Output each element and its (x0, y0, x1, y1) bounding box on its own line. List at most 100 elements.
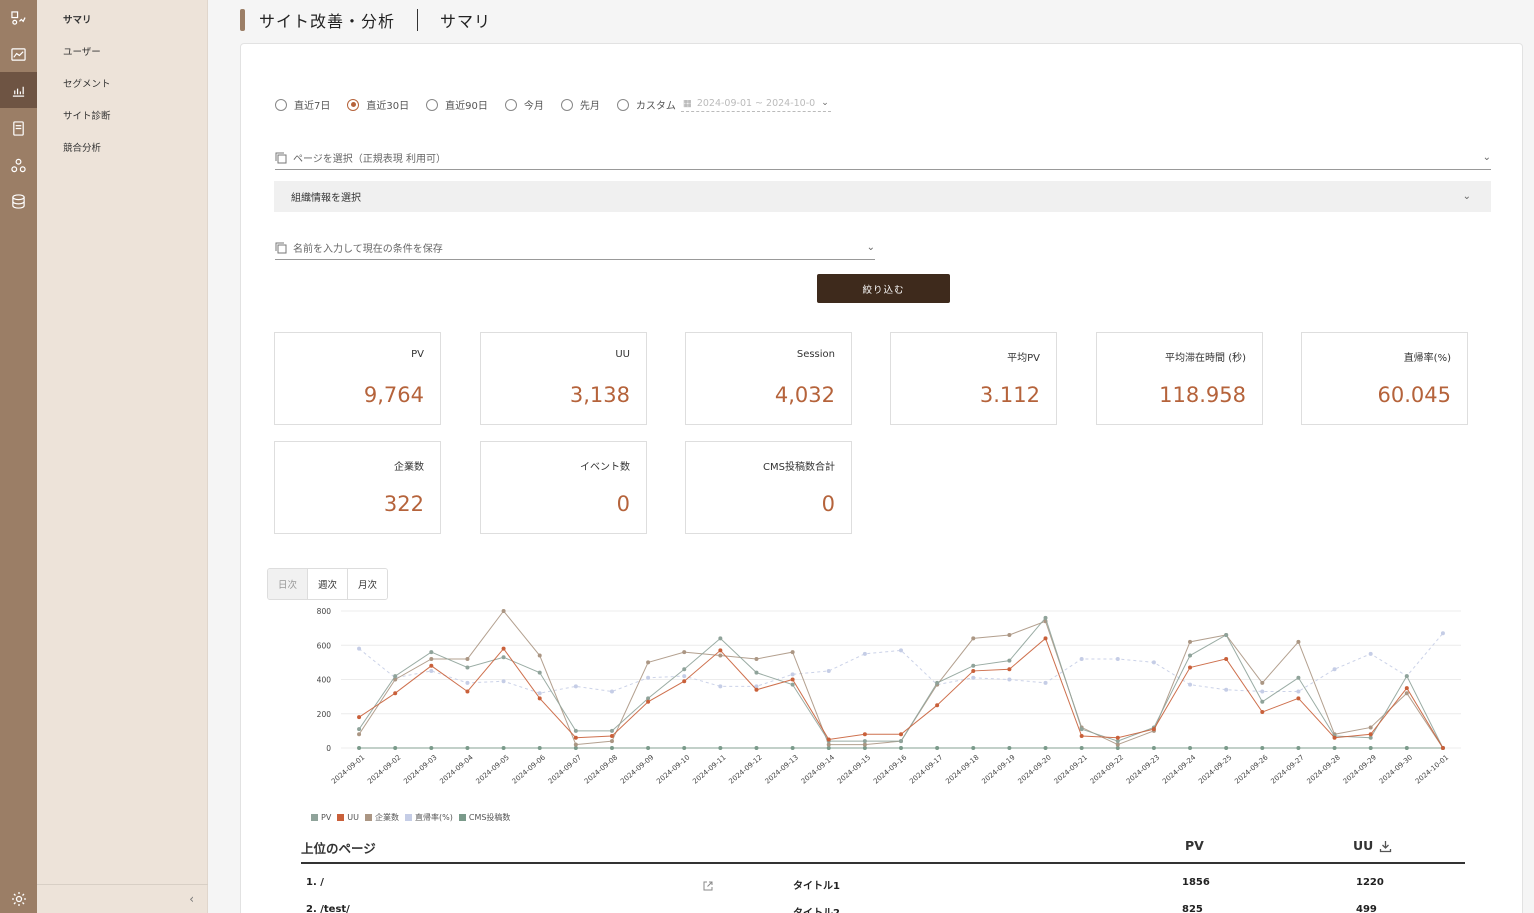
x-tick-label: 2024-09-26 (1233, 753, 1270, 786)
data-point (501, 746, 506, 750)
radio-label: 直近30日 (366, 101, 410, 112)
radio-last-90-days[interactable]: 直近90日 (426, 97, 488, 112)
x-tick-label: 2024-09-09 (619, 753, 655, 785)
subnav-item-competitors[interactable]: 競合分析 (63, 140, 101, 154)
table-title: 上位のページ (301, 841, 376, 856)
radio-label: 直近90日 (445, 101, 488, 112)
data-point (537, 746, 542, 750)
data-point (1188, 746, 1193, 750)
data-point (682, 667, 687, 672)
stat-label: CMS投稿数合計 (763, 462, 835, 473)
data-point (862, 739, 867, 744)
rail-item-home[interactable] (0, 0, 37, 36)
site-analysis-icon (11, 10, 26, 25)
row-path[interactable]: 2. /test/ (306, 904, 350, 913)
stat-value: 3.112 (979, 383, 1040, 407)
stat-card-session: Session 4,032 (685, 332, 852, 425)
radio-last-month[interactable]: 先月 (560, 97, 600, 112)
data-point (1151, 746, 1156, 750)
stat-value: 0 (616, 492, 630, 516)
legend-item[interactable]: UU (337, 812, 359, 823)
data-point (790, 682, 795, 687)
filter-button[interactable]: 絞り込む (817, 274, 950, 303)
x-tick-label: 2024-09-28 (1306, 753, 1342, 785)
stat-label: UU (615, 349, 630, 360)
save-condition-input[interactable]: 名前を入力して現在の条件を保存 ⌄ (275, 240, 875, 260)
data-point (826, 742, 831, 747)
page-select[interactable]: ページを選択（正規表現 利用可） ⌄ (275, 150, 1491, 170)
data-point (1188, 665, 1193, 670)
collapse-chevron-icon[interactable]: ‹ (189, 892, 194, 906)
rail-item-segments[interactable] (0, 147, 37, 183)
calendar-icon: ▦ (682, 97, 692, 109)
settings-button[interactable] (0, 884, 37, 913)
data-point (1115, 746, 1120, 750)
y-tick-label: 400 (317, 676, 332, 685)
subnav-item-users[interactable]: ユーザー (63, 44, 101, 58)
table-row[interactable]: 2. /test/ タイトル2 825 499 (301, 891, 1465, 913)
org-select[interactable]: 組織情報を選択 ⌄ (274, 181, 1491, 212)
data-point (1043, 636, 1048, 641)
radio-this-month[interactable]: 今月 (504, 97, 544, 112)
tab-monthly[interactable]: 月次 (348, 569, 388, 599)
x-tick-label: 2024-09-27 (1269, 753, 1305, 785)
rail-item-analysis[interactable] (0, 72, 37, 108)
rail-item-database[interactable] (0, 183, 37, 219)
radio-last-7-days[interactable]: 直近7日 (275, 97, 330, 112)
data-point (646, 675, 651, 680)
data-point (899, 739, 903, 744)
rail-item-trends[interactable] (0, 36, 37, 72)
stat-value: 322 (383, 492, 424, 516)
radio-label: 今月 (523, 101, 544, 112)
legend-item[interactable]: 企業数 (365, 812, 399, 823)
data-point (718, 684, 723, 689)
data-point (862, 732, 867, 737)
table-row[interactable]: 1. / タイトル1 1856 1220 (301, 864, 1465, 892)
data-point (790, 672, 795, 677)
legend-item[interactable]: CMS投稿数 (458, 812, 510, 823)
network-icon (11, 158, 26, 172)
chevron-down-icon: ⌄ (1482, 152, 1491, 163)
period-tabs: 日次 週次 月次 (267, 568, 389, 600)
data-point (971, 675, 976, 680)
row-path[interactable]: 1. / (306, 877, 324, 888)
x-tick-label: 2024-09-14 (800, 753, 837, 786)
bar-chart-icon (12, 86, 25, 97)
stat-card-uu: UU 3,138 (480, 332, 647, 425)
download-icon[interactable] (1379, 840, 1392, 853)
external-link-icon[interactable] (703, 881, 713, 891)
data-point (501, 655, 506, 660)
page-select-placeholder: ページを選択（正規表現 利用可） (293, 154, 446, 165)
x-tick-label: 2024-10-01 (1414, 753, 1450, 785)
stat-card-events: イベント数 0 (480, 441, 647, 534)
data-point (718, 746, 723, 750)
date-range-picker[interactable]: ▦ 2024-09-01 ~ 2024-10-0 ⌄ (680, 97, 831, 112)
stat-label: 平均PV (1007, 353, 1040, 364)
data-point (790, 677, 795, 682)
tab-daily[interactable]: 日次 (268, 569, 309, 599)
data-point (429, 656, 434, 661)
subnav-item-segments[interactable]: セグメント (63, 76, 111, 90)
legend-swatch (405, 814, 413, 821)
tab-weekly[interactable]: 週次 (308, 569, 349, 599)
radio-custom[interactable]: カスタム (616, 97, 676, 112)
data-point (1079, 746, 1084, 750)
subnav-item-diagnosis[interactable]: サイト診断 (63, 108, 111, 122)
legend-item[interactable]: 直帰率(%) (405, 812, 453, 823)
data-point (826, 737, 831, 742)
data-point (573, 684, 578, 689)
data-point (1296, 639, 1301, 644)
rail-item-docs[interactable] (0, 110, 37, 146)
data-point (1151, 727, 1156, 732)
x-tick-label: 2024-09-30 (1378, 753, 1414, 785)
data-point (1260, 680, 1265, 685)
radio-circle (347, 98, 360, 111)
data-point (862, 651, 867, 656)
subnav-item-summary[interactable]: サマリ (63, 12, 92, 26)
radio-last-30-days[interactable]: 直近30日 (347, 97, 409, 112)
data-point (682, 674, 687, 679)
data-point (1115, 735, 1120, 740)
table-header: 上位のページ PV UU (301, 834, 1465, 864)
legend-item[interactable]: PV (311, 812, 331, 823)
x-tick-label: 2024-09-24 (1161, 753, 1198, 786)
